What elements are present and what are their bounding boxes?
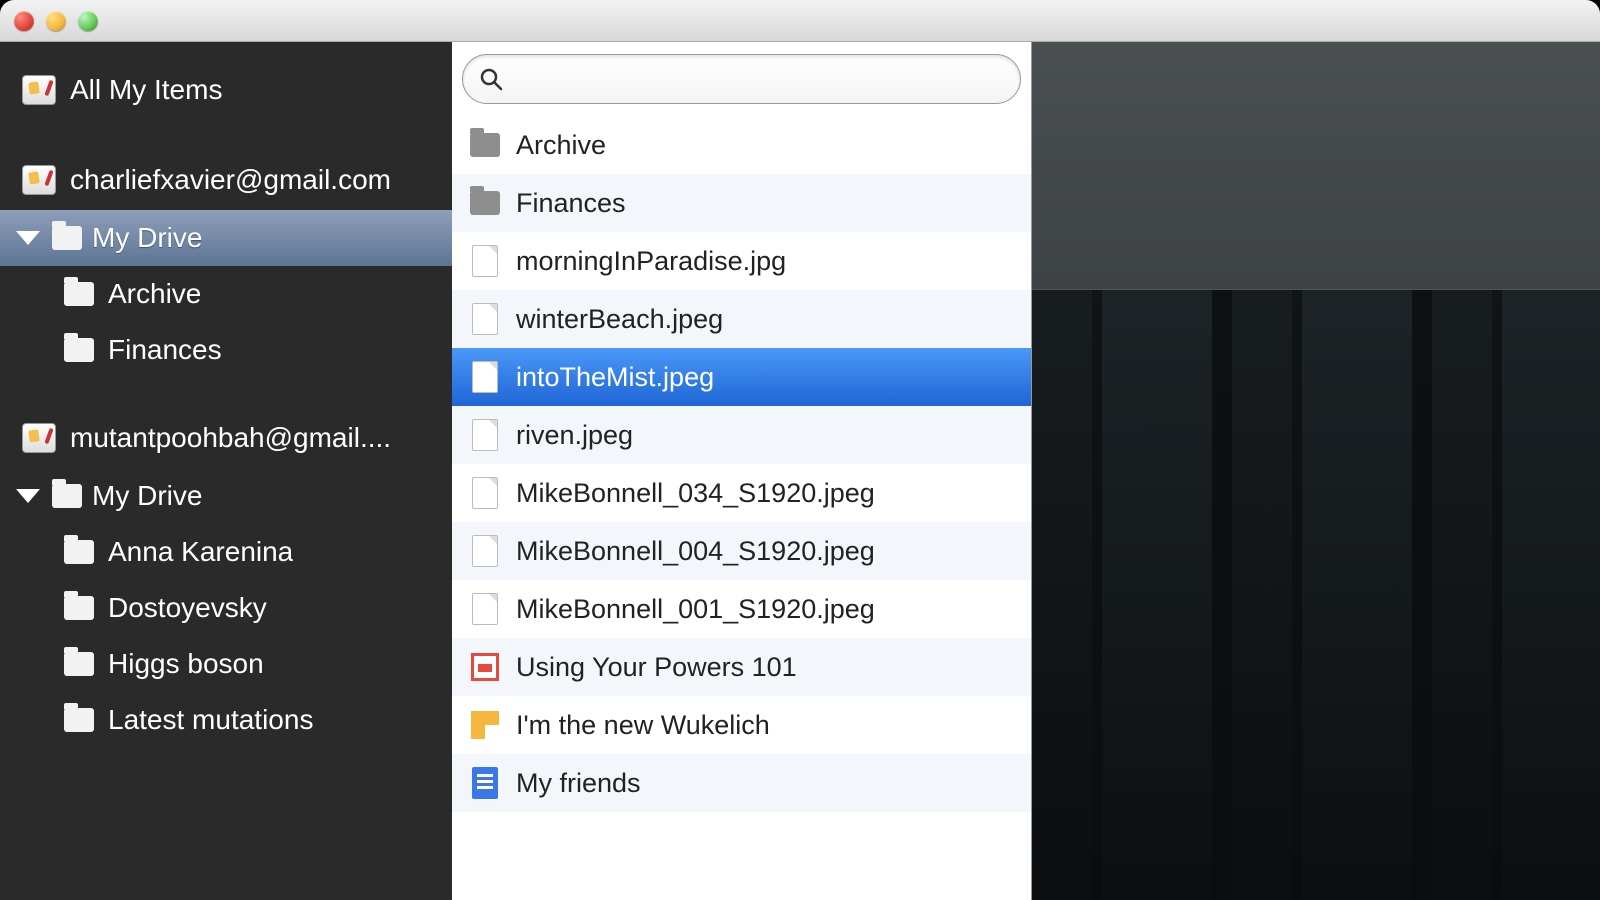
account-icon	[22, 165, 56, 195]
file-row[interactable]: MikeBonnell_001_S1920.jpeg	[452, 580, 1031, 638]
document-icon	[470, 766, 500, 800]
sidebar-all-items[interactable]: All My Items	[0, 60, 452, 120]
file-icon	[470, 360, 500, 394]
account-email: charliefxavier@gmail.com	[70, 164, 391, 196]
zoom-window-button[interactable]	[78, 11, 98, 31]
minimize-window-button[interactable]	[46, 11, 66, 31]
file-row[interactable]: morningInParadise.jpg	[452, 232, 1031, 290]
file-name-label: MikeBonnell_001_S1920.jpeg	[516, 594, 875, 625]
slides-icon	[470, 650, 500, 684]
preview-image[interactable]	[1032, 290, 1600, 900]
preview-toolbar-area	[1032, 42, 1600, 290]
chevron-down-icon[interactable]	[16, 489, 40, 503]
sidebar-folder-dostoyevsky[interactable]: Dostoyevsky	[0, 580, 452, 636]
file-row[interactable]: Archive	[452, 116, 1031, 174]
sidebar-folder-mutations[interactable]: Latest mutations	[0, 692, 452, 748]
account-email: mutantpoohbah@gmail....	[70, 422, 391, 454]
sidebar-mydrive-0[interactable]: My Drive	[0, 210, 452, 266]
file-list-pane: Archive Finances morningInParadise.jpg wint…	[452, 42, 1032, 900]
search-icon	[479, 67, 503, 91]
folder-icon	[64, 540, 94, 564]
sidebar-account-0[interactable]: charliefxavier@gmail.com	[0, 150, 452, 210]
folder-icon	[470, 186, 500, 220]
items-icon	[22, 75, 56, 105]
file-row[interactable]: I'm the new Wukelich	[452, 696, 1031, 754]
file-icon	[470, 534, 500, 568]
sidebar: All My Items charliefxavier@gmail.com My…	[0, 42, 452, 900]
search-wrap	[452, 42, 1031, 116]
folder-icon	[470, 128, 500, 162]
file-name-label: MikeBonnell_034_S1920.jpeg	[516, 478, 875, 509]
folder-icon	[64, 596, 94, 620]
file-row[interactable]: riven.jpeg	[452, 406, 1031, 464]
titlebar[interactable]	[0, 0, 1600, 42]
account-icon	[22, 423, 56, 453]
search-box[interactable]	[462, 54, 1021, 104]
sidebar-mydrive-1[interactable]: My Drive	[0, 468, 452, 524]
chevron-down-icon[interactable]	[16, 231, 40, 245]
folder-icon	[64, 652, 94, 676]
file-name-label: morningInParadise.jpg	[516, 246, 786, 277]
file-name-label: Archive	[516, 130, 606, 161]
folder-icon	[64, 338, 94, 362]
file-name-label: My friends	[516, 768, 641, 799]
sidebar-folder-anna[interactable]: Anna Karenina	[0, 524, 452, 580]
app-window: All My Items charliefxavier@gmail.com My…	[0, 0, 1600, 900]
file-row[interactable]: My friends	[452, 754, 1031, 812]
all-items-label: All My Items	[70, 74, 222, 106]
file-row[interactable]: MikeBonnell_034_S1920.jpeg	[452, 464, 1031, 522]
window-body: All My Items charliefxavier@gmail.com My…	[0, 42, 1600, 900]
preview-pane	[1032, 42, 1600, 900]
folder-icon	[64, 282, 94, 306]
search-input[interactable]	[513, 65, 1004, 93]
file-row[interactable]: Using Your Powers 101	[452, 638, 1031, 696]
file-icon	[470, 302, 500, 336]
close-window-button[interactable]	[14, 11, 34, 31]
folder-icon	[52, 226, 82, 250]
file-name-label: I'm the new Wukelich	[516, 710, 770, 741]
file-row[interactable]: Finances	[452, 174, 1031, 232]
sidebar-folder-archive[interactable]: Archive	[0, 266, 452, 322]
file-icon	[470, 592, 500, 626]
folder-icon	[52, 484, 82, 508]
sidebar-folder-finances[interactable]: Finances	[0, 322, 452, 378]
file-name-label: winterBeach.jpeg	[516, 304, 723, 335]
drawing-icon	[470, 708, 500, 742]
file-name-label: intoTheMist.jpeg	[516, 362, 714, 393]
file-name-label: MikeBonnell_004_S1920.jpeg	[516, 536, 875, 567]
mydrive-label: My Drive	[92, 222, 202, 254]
sidebar-account-1[interactable]: mutantpoohbah@gmail....	[0, 408, 452, 468]
mydrive-label: My Drive	[92, 480, 202, 512]
file-name-label: Using Your Powers 101	[516, 652, 797, 683]
file-icon	[470, 418, 500, 452]
file-icon	[470, 476, 500, 510]
sidebar-folder-higgs[interactable]: Higgs boson	[0, 636, 452, 692]
file-list: Archive Finances morningInParadise.jpg wint…	[452, 116, 1031, 900]
file-row[interactable]: MikeBonnell_004_S1920.jpeg	[452, 522, 1031, 580]
file-icon	[470, 244, 500, 278]
file-name-label: riven.jpeg	[516, 420, 633, 451]
file-row[interactable]: intoTheMist.jpeg	[452, 348, 1031, 406]
folder-icon	[64, 708, 94, 732]
file-row[interactable]: winterBeach.jpeg	[452, 290, 1031, 348]
file-name-label: Finances	[516, 188, 626, 219]
